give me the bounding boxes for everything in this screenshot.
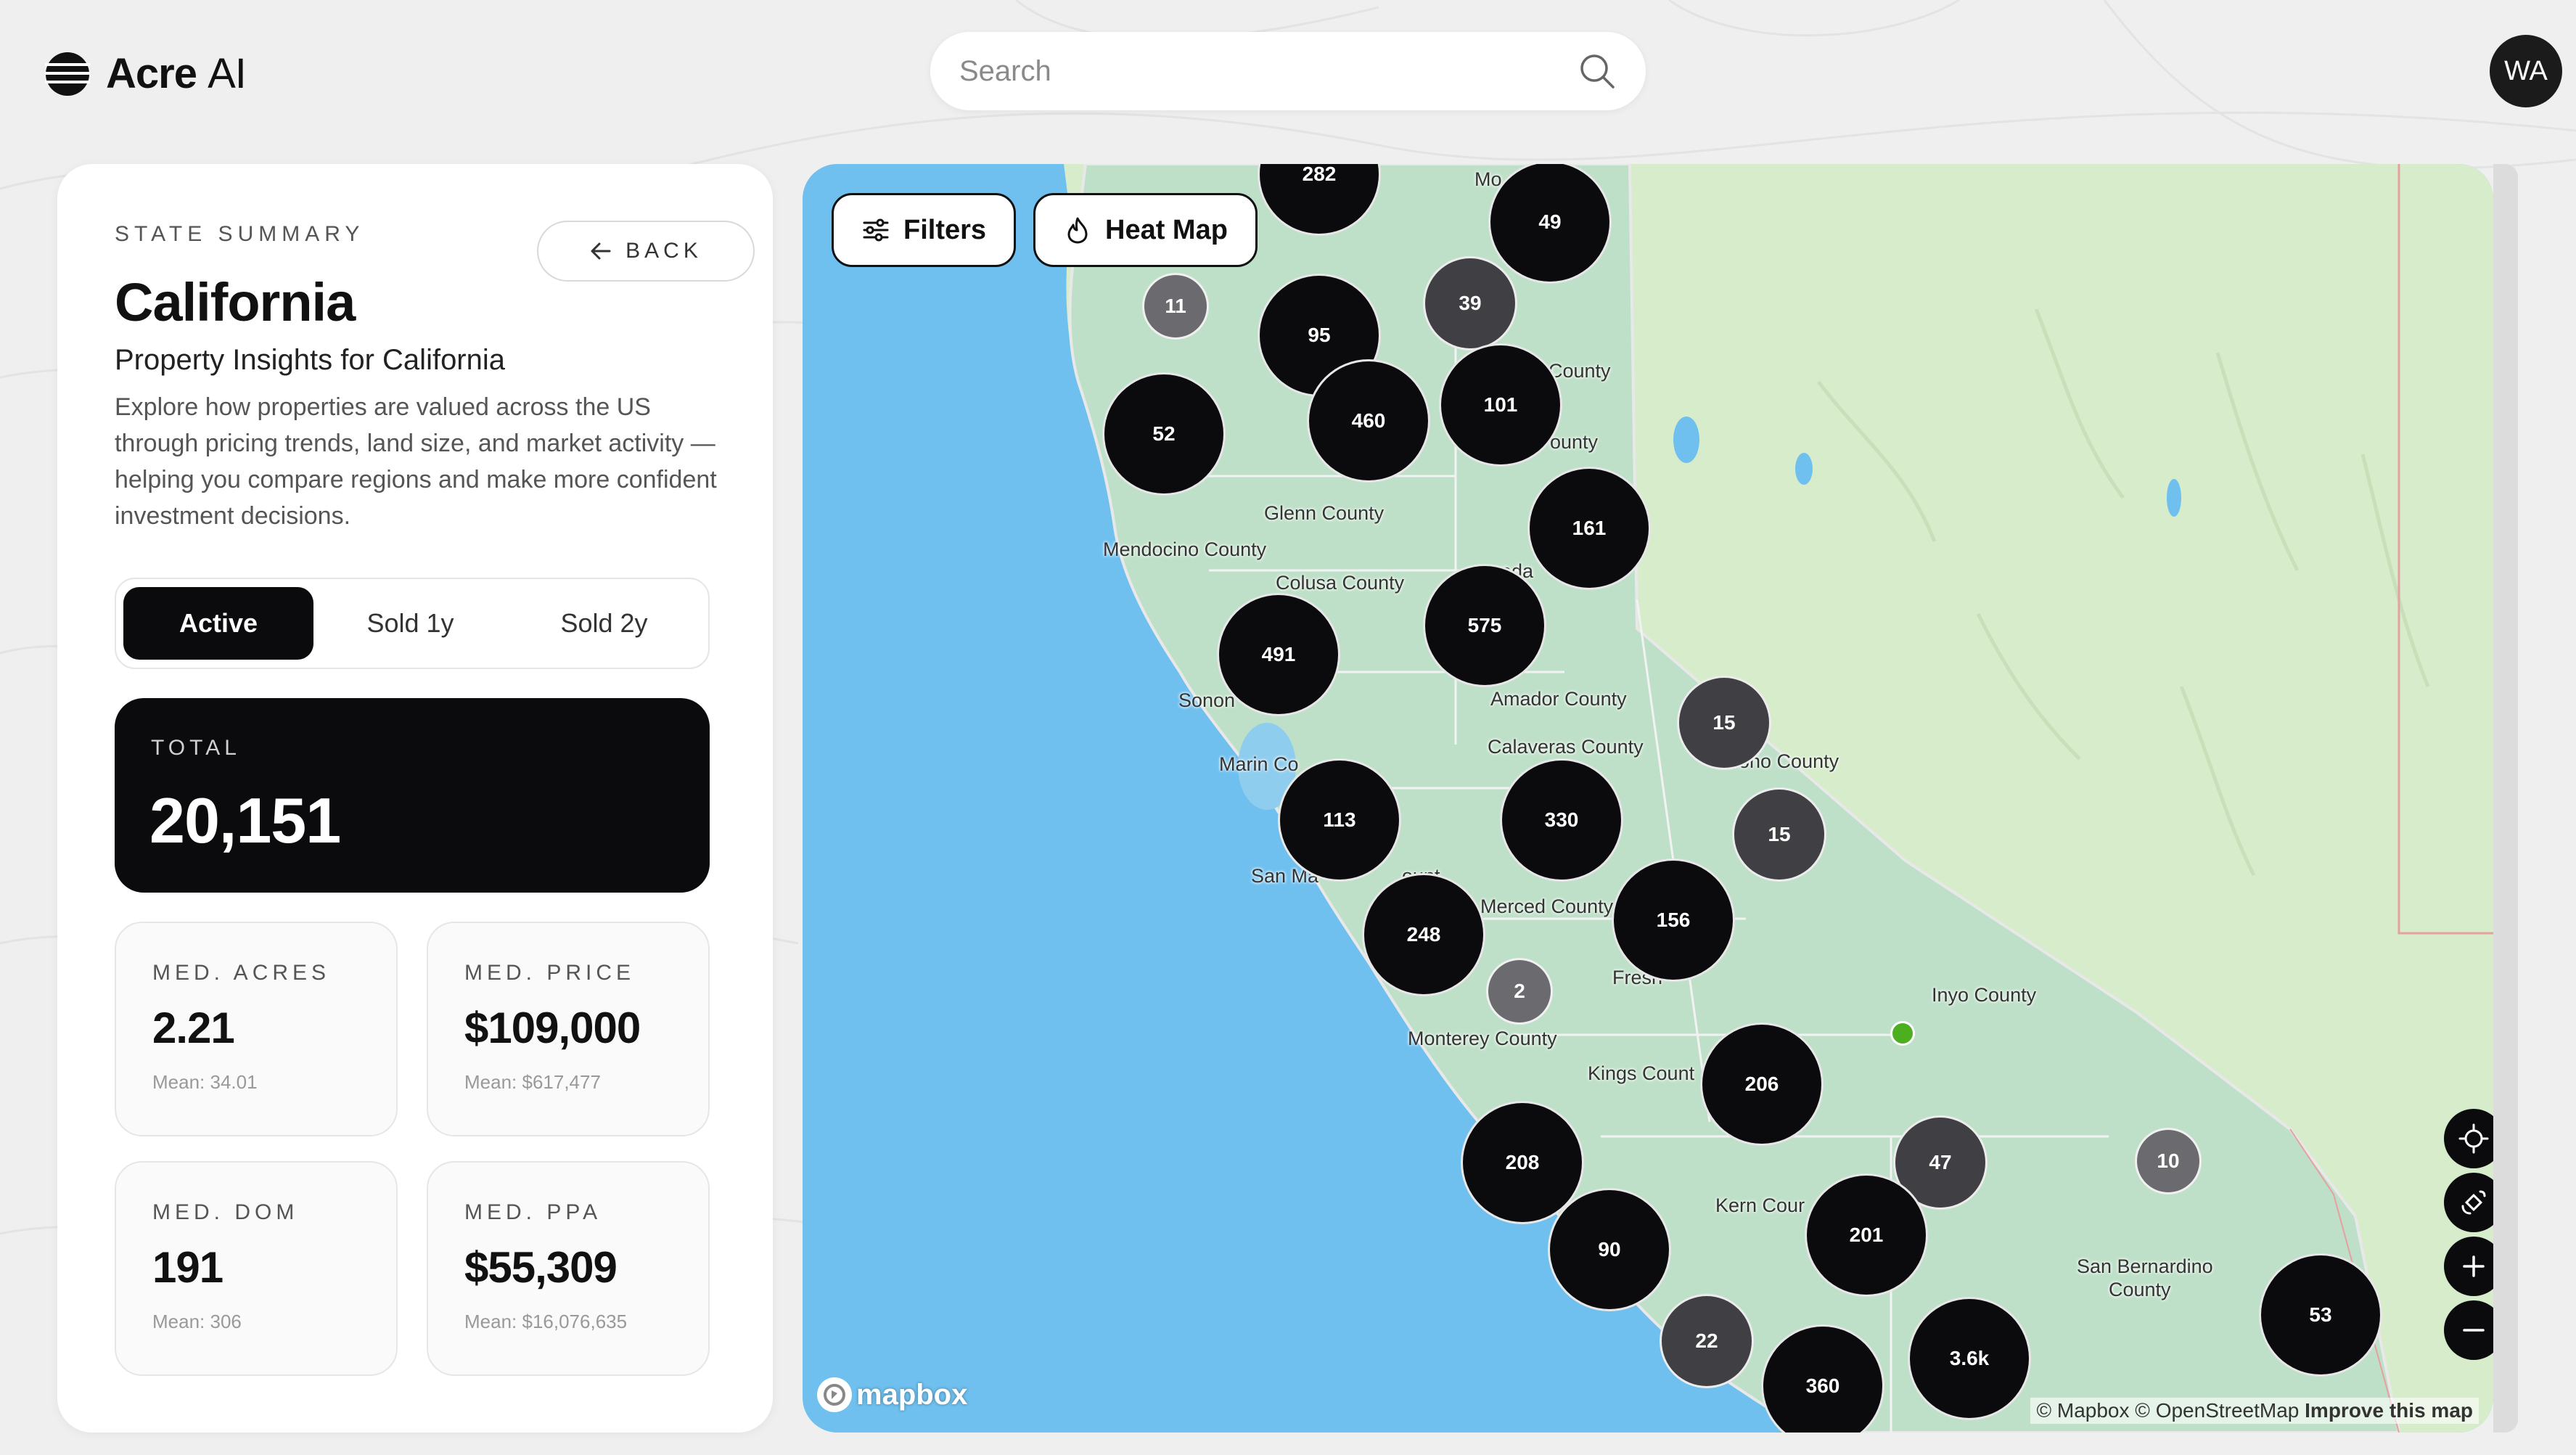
map-cluster[interactable]: 22: [1660, 1294, 1754, 1388]
map-cluster[interactable]: 53: [2259, 1253, 2382, 1377]
map-cluster[interactable]: 161: [1527, 467, 1651, 590]
county-label: Mendocino County: [1103, 538, 1267, 560]
mapbox-wordmark: mapbox: [856, 1378, 968, 1411]
county-label: Colusa County: [1276, 572, 1405, 594]
map-cluster[interactable]: 15: [1677, 676, 1771, 770]
arrow-left-icon: [591, 242, 611, 260]
minus-icon: [2463, 1329, 2485, 1332]
panel-subtitle: Property Insights for California: [115, 344, 506, 376]
county-label: Glenn County: [1264, 502, 1385, 524]
map-cluster[interactable]: 201: [1805, 1173, 1928, 1297]
heat-map-button[interactable]: Heat Map: [1033, 193, 1258, 267]
map-cluster[interactable]: 15: [1732, 787, 1826, 882]
property-marker[interactable]: [1890, 1021, 1915, 1046]
search-input[interactable]: [959, 54, 1578, 88]
heat-map-label: Heat Map: [1105, 214, 1228, 245]
stat-mean: Mean: $16,076,635: [464, 1311, 628, 1332]
back-button-label: BACK: [625, 239, 702, 263]
flame-icon: [1067, 217, 1088, 244]
map-cluster[interactable]: 491: [1217, 593, 1340, 716]
county-label: Sonon: [1178, 689, 1236, 711]
total-label: TOTAL: [151, 736, 241, 760]
county-label: Merced County: [1480, 895, 1614, 917]
map-view[interactable]: Filters Heat Map Glenn County Mendocino …: [803, 164, 2493, 1433]
map-cluster[interactable]: 3.6k: [1908, 1297, 2031, 1420]
back-button[interactable]: BACK: [537, 221, 755, 282]
stat-card-med-acres: MED. ACRES 2.21 Mean: 34.01: [115, 922, 398, 1136]
mapbox-logo[interactable]: mapbox: [817, 1377, 967, 1412]
stat-value: 2.21: [152, 1004, 235, 1052]
map-cluster[interactable]: 575: [1423, 564, 1546, 687]
top-bar: Acre AI WA: [0, 0, 2576, 145]
brand-logo[interactable]: Acre AI: [45, 49, 247, 98]
state-summary-panel: STATE SUMMARY BACK California Property I…: [57, 164, 773, 1433]
map-cluster[interactable]: 248: [1362, 873, 1485, 996]
listing-status-tabs: Active Sold 1y Sold 2y: [115, 578, 710, 669]
county-label: Inyo County: [1932, 984, 2037, 1006]
attribution-mapbox-link[interactable]: © Mapbox: [2036, 1399, 2129, 1422]
map-cluster[interactable]: 49: [1488, 164, 1612, 284]
stat-card-med-price: MED. PRICE $109,000 Mean: $617,477: [427, 922, 710, 1136]
stat-mean: Mean: 34.01: [152, 1071, 258, 1093]
map-attribution: © Mapbox © OpenStreetMap Improve this ma…: [2030, 1398, 2479, 1424]
brand-name: Acre AI: [106, 50, 247, 97]
sliders-icon: [863, 218, 889, 242]
county-label: Calaveras County: [1488, 736, 1644, 758]
stat-label: MED. ACRES: [152, 961, 331, 985]
stat-label: MED. PRICE: [464, 961, 636, 985]
tab-active[interactable]: Active: [123, 587, 313, 660]
panel-eyebrow: STATE SUMMARY: [115, 222, 365, 246]
crosshair-icon: [2458, 1123, 2489, 1154]
county-label: Mo: [1474, 168, 1502, 190]
map-cluster[interactable]: 156: [1612, 858, 1735, 982]
county-label: Amador County: [1490, 688, 1627, 710]
map-cluster[interactable]: 460: [1307, 359, 1430, 483]
map-cluster[interactable]: 330: [1500, 758, 1623, 882]
stat-value: 191: [152, 1243, 223, 1292]
county-label: County: [1549, 360, 1611, 382]
county-label: ounty: [1550, 431, 1599, 453]
county-label: Monterey County: [1408, 1028, 1557, 1049]
improve-map-link[interactable]: Improve this map: [2305, 1399, 2473, 1422]
tab-sold-2y[interactable]: Sold 2y: [507, 587, 701, 660]
user-avatar[interactable]: WA: [2490, 35, 2562, 107]
filters-button[interactable]: Filters: [832, 193, 1017, 267]
panel-description: Explore how properties are valued across…: [115, 393, 717, 530]
stat-card-med-dom: MED. DOM 191 Mean: 306: [115, 1161, 398, 1376]
tab-sold-1y[interactable]: Sold 1y: [313, 587, 507, 660]
stat-value: $109,000: [464, 1004, 641, 1052]
filters-label: Filters: [903, 214, 987, 245]
acre-logo-icon: [45, 52, 90, 96]
satellite-icon: [2461, 1190, 2486, 1215]
map-cluster[interactable]: 101: [1439, 343, 1562, 467]
map-cluster[interactable]: 90: [1548, 1188, 1671, 1311]
page-title: California: [115, 272, 356, 332]
stat-label: MED. DOM: [152, 1200, 299, 1224]
mapbox-logo-icon: [817, 1377, 852, 1412]
county-label: County: [2109, 1279, 2171, 1300]
county-label: Kern Cour: [1715, 1194, 1805, 1216]
county-label: San Bernardino: [2077, 1255, 2213, 1277]
attribution-osm-link[interactable]: © OpenStreetMap: [2135, 1399, 2299, 1422]
map-cluster[interactable]: 10: [2135, 1128, 2202, 1194]
search-icon[interactable]: [1578, 52, 1617, 91]
map-cluster[interactable]: 39: [1423, 256, 1517, 351]
total-card: TOTAL 20,151: [115, 698, 710, 893]
plus-icon: [2463, 1255, 2485, 1277]
total-value: 20,151: [149, 784, 341, 856]
map-scrollbar[interactable]: [2493, 164, 2518, 1433]
county-label: Kings Count: [1588, 1062, 1695, 1084]
stat-value: $55,309: [464, 1243, 618, 1292]
map-cluster[interactable]: 2: [1486, 958, 1553, 1025]
map-cluster[interactable]: 52: [1102, 372, 1226, 496]
stat-label: MED. PPA: [464, 1200, 602, 1224]
map-cluster[interactable]: 11: [1142, 273, 1209, 340]
stat-mean: Mean: 306: [152, 1311, 242, 1332]
search-bar[interactable]: [930, 32, 1646, 110]
map-cluster[interactable]: 206: [1700, 1022, 1824, 1146]
map-cluster[interactable]: 113: [1278, 758, 1401, 882]
county-label: Marin Co: [1219, 753, 1299, 775]
stat-card-med-ppa: MED. PPA $55,309 Mean: $16,076,635: [427, 1161, 710, 1376]
stat-mean: Mean: $617,477: [464, 1071, 601, 1093]
